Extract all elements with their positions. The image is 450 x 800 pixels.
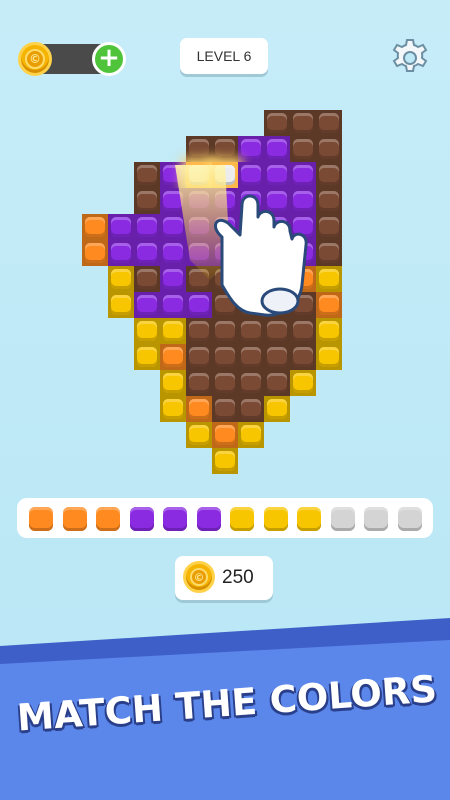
queue-slot-yellow bbox=[263, 507, 288, 531]
queue-slot-yellow bbox=[230, 507, 254, 531]
tile-purple[interactable] bbox=[108, 240, 134, 266]
queue-slot-purple bbox=[196, 507, 221, 531]
tile-brown[interactable] bbox=[264, 344, 290, 370]
tile-purple[interactable] bbox=[134, 240, 160, 266]
queue-slot-yellow bbox=[297, 507, 321, 531]
tile-orange[interactable] bbox=[82, 240, 108, 266]
tile-brown[interactable] bbox=[134, 162, 160, 188]
tile-purple[interactable] bbox=[108, 214, 134, 240]
tile-yellow[interactable] bbox=[290, 370, 316, 396]
tile-brown[interactable] bbox=[238, 396, 264, 422]
queue-slot-gray bbox=[397, 507, 422, 531]
tile-brown[interactable] bbox=[186, 370, 212, 396]
tile-purple[interactable] bbox=[134, 214, 160, 240]
coin-symbol: © bbox=[190, 568, 208, 586]
tile-brown[interactable] bbox=[134, 188, 160, 214]
queue-slot-orange bbox=[29, 507, 53, 531]
coin-icon: © bbox=[183, 561, 215, 593]
tile-yellow[interactable] bbox=[238, 422, 264, 448]
tile-brown[interactable] bbox=[212, 370, 238, 396]
tile-brown[interactable] bbox=[186, 344, 212, 370]
pointer-hand-icon bbox=[175, 165, 308, 317]
tile-yellow[interactable] bbox=[108, 266, 134, 292]
tile-yellow[interactable] bbox=[264, 396, 290, 422]
coin-count: 250 bbox=[222, 567, 254, 588]
tile-yellow[interactable] bbox=[212, 448, 238, 474]
queue-slot-gray bbox=[330, 507, 355, 531]
tile-brown[interactable] bbox=[316, 110, 342, 136]
tile-brown[interactable] bbox=[134, 266, 160, 292]
queue-slot-orange bbox=[96, 507, 120, 531]
tile-yellow[interactable] bbox=[134, 344, 160, 370]
tile-yellow[interactable] bbox=[134, 318, 160, 344]
tile-brown[interactable] bbox=[264, 110, 290, 136]
queue-slot-purple bbox=[129, 507, 154, 531]
tile-brown[interactable] bbox=[290, 344, 316, 370]
tile-yellow[interactable] bbox=[186, 422, 212, 448]
tile-orange[interactable] bbox=[82, 214, 108, 240]
tile-yellow[interactable] bbox=[160, 396, 186, 422]
tile-orange[interactable] bbox=[160, 344, 186, 370]
tile-brown[interactable] bbox=[212, 344, 238, 370]
tile-orange[interactable] bbox=[186, 396, 212, 422]
queue-slot-orange bbox=[62, 507, 87, 531]
tile-brown[interactable] bbox=[238, 344, 264, 370]
queue-slot-purple bbox=[163, 507, 187, 531]
tile-orange[interactable] bbox=[212, 422, 238, 448]
tile-brown[interactable] bbox=[238, 370, 264, 396]
tile-brown[interactable] bbox=[212, 396, 238, 422]
tile-yellow[interactable] bbox=[108, 292, 134, 318]
tile-yellow[interactable] bbox=[160, 370, 186, 396]
queue-slot-gray bbox=[364, 507, 388, 531]
tile-brown[interactable] bbox=[290, 110, 316, 136]
tile-yellow[interactable] bbox=[316, 344, 342, 370]
tile-purple[interactable] bbox=[134, 292, 160, 318]
tile-brown[interactable] bbox=[264, 370, 290, 396]
